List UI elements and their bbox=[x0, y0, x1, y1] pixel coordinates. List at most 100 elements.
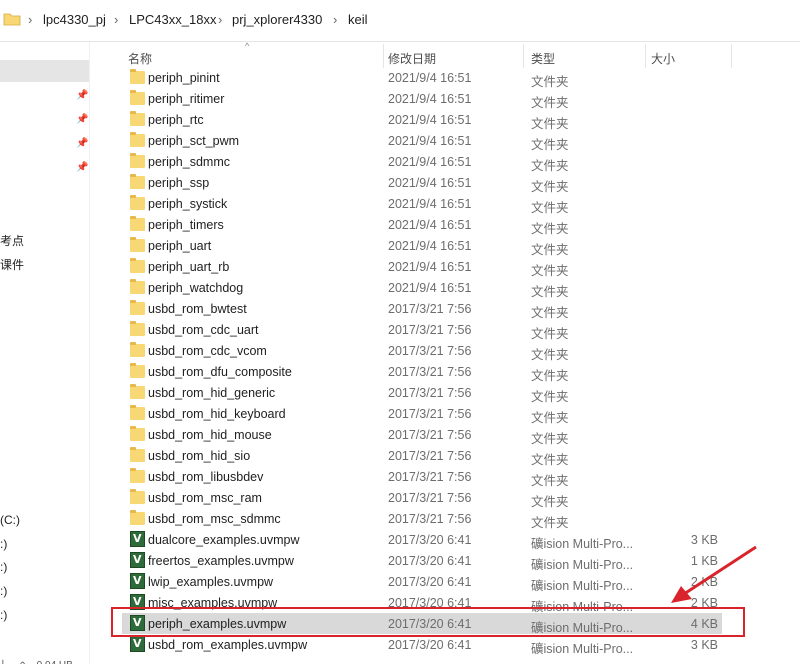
file-date: 2021/9/4 16:51 bbox=[388, 92, 472, 106]
table-row[interactable]: periph_pinint 2021/9/4 16:51 文件夹 bbox=[122, 67, 722, 89]
column-divider[interactable] bbox=[523, 44, 524, 68]
file-name: periph_uart_rb bbox=[148, 260, 230, 274]
folder-icon bbox=[130, 489, 145, 504]
file-name: freertos_examples.uvmpw bbox=[148, 554, 294, 568]
breadcrumb-item[interactable]: keil bbox=[348, 12, 368, 28]
table-row[interactable]: freertos_examples.uvmpw2017/3/20 6:41礦is… bbox=[122, 550, 722, 572]
table-row[interactable]: usbd_rom_cdc_vcom 2017/3/21 7:56 文件夹 bbox=[122, 340, 722, 362]
file-date: 2021/9/4 16:51 bbox=[388, 71, 472, 85]
column-type[interactable]: 类型 bbox=[531, 50, 555, 67]
table-row[interactable]: lwip_examples.uvmpw2017/3/20 6:41礦ision … bbox=[122, 571, 722, 593]
breadcrumb-separator[interactable]: › bbox=[333, 12, 337, 28]
folder-icon bbox=[130, 69, 145, 84]
breadcrumb-separator[interactable]: › bbox=[114, 12, 118, 28]
address-bar[interactable]: › lpc4330_pj › LPC43xx_18xx › prj_xplore… bbox=[0, 0, 800, 42]
folder-icon bbox=[130, 258, 145, 273]
file-date: 2017/3/21 7:56 bbox=[388, 365, 472, 379]
table-row[interactable]: usbd_rom_dfu_composite 2017/3/21 7:56 文件夹 bbox=[122, 361, 722, 383]
table-row[interactable]: usbd_rom_msc_ram 2017/3/21 7:56 文件夹 bbox=[122, 487, 722, 509]
pin-icon[interactable]: 📌 bbox=[76, 114, 88, 126]
uvision-icon bbox=[130, 573, 145, 589]
nav-item-drive[interactable]: (C:) bbox=[0, 513, 20, 527]
table-row[interactable]: periph_timers 2021/9/4 16:51 文件夹 bbox=[122, 214, 722, 236]
nav-item: し.. へ.. 0.04.HB bbox=[0, 656, 73, 664]
table-row[interactable]: usbd_rom_libusbdev 2017/3/21 7:56 文件夹 bbox=[122, 466, 722, 488]
file-name: periph_rtc bbox=[148, 113, 204, 127]
file-name: periph_watchdog bbox=[148, 281, 244, 295]
table-row[interactable]: periph_ritimer 2021/9/4 16:51 文件夹 bbox=[122, 88, 722, 110]
table-row[interactable]: usbd_rom_cdc_uart 2017/3/21 7:56 文件夹 bbox=[122, 319, 722, 341]
table-row[interactable]: usbd_rom_hid_generic 2017/3/21 7:56 文件夹 bbox=[122, 382, 722, 404]
nav-item-drive[interactable]: :) bbox=[0, 560, 7, 574]
file-date: 2017/3/20 6:41 bbox=[388, 575, 472, 589]
table-row[interactable]: periph_rtc 2021/9/4 16:51 文件夹 bbox=[122, 109, 722, 131]
nav-item-drive[interactable]: :) bbox=[0, 608, 7, 622]
column-name[interactable]: 名称 bbox=[128, 50, 152, 67]
file-name: usbd_rom_msc_sdmmc bbox=[148, 512, 281, 526]
folder-icon bbox=[130, 237, 145, 252]
folder-icon bbox=[130, 363, 145, 378]
table-row[interactable]: periph_uart_rb 2021/9/4 16:51 文件夹 bbox=[122, 256, 722, 278]
file-name: usbd_rom_cdc_vcom bbox=[148, 344, 267, 358]
file-date: 2021/9/4 16:51 bbox=[388, 197, 472, 211]
table-row[interactable]: usbd_rom_hid_mouse 2017/3/21 7:56 文件夹 bbox=[122, 424, 722, 446]
folder-icon bbox=[130, 174, 145, 189]
file-name: periph_ssp bbox=[148, 176, 210, 190]
table-row[interactable]: usbd_rom_examples.uvmpw 2017/3/20 6:41 礦is… bbox=[122, 634, 722, 656]
table-row[interactable]: usbd_rom_msc_sdmmc 2017/3/21 7:56 文件夹 bbox=[122, 508, 722, 530]
file-name: usbd_rom_hid_mouse bbox=[148, 428, 272, 442]
file-date: 2017/3/21 7:56 bbox=[388, 323, 472, 337]
folder-icon bbox=[130, 468, 145, 483]
nav-item[interactable]: 课件 bbox=[0, 256, 24, 273]
file-date: 2021/9/4 16:51 bbox=[388, 134, 472, 148]
folder-icon bbox=[130, 384, 145, 399]
column-divider[interactable] bbox=[731, 44, 732, 68]
file-name: periph_uart bbox=[148, 239, 212, 253]
file-size: 1 KB bbox=[690, 554, 718, 568]
folder-icon bbox=[130, 342, 145, 357]
column-size[interactable]: 大小 bbox=[651, 50, 675, 67]
file-date: 2017/3/21 7:56 bbox=[388, 449, 472, 463]
breadcrumb-separator[interactable]: › bbox=[218, 12, 222, 28]
table-row[interactable]: periph_sdmmc 2021/9/4 16:51 文件夹 bbox=[122, 151, 722, 173]
folder-icon bbox=[130, 447, 145, 462]
file-date: 2017/3/21 7:56 bbox=[388, 512, 472, 526]
table-row[interactable]: periph_uart 2021/9/4 16:51 文件夹 bbox=[122, 235, 722, 257]
pin-icon[interactable]: 📌 bbox=[76, 138, 88, 150]
table-row[interactable]: usbd_rom_bwtest 2017/3/21 7:56 文件夹 bbox=[122, 298, 722, 320]
file-date: 2017/3/21 7:56 bbox=[388, 470, 472, 484]
table-row[interactable]: periph_ssp 2021/9/4 16:51 文件夹 bbox=[122, 172, 722, 194]
pin-icon[interactable]: 📌 bbox=[76, 162, 88, 174]
breadcrumb-item[interactable]: lpc4330_pj bbox=[43, 12, 106, 28]
table-row[interactable]: dualcore_examples.uvmpw2017/3/20 6:41礦is… bbox=[122, 529, 722, 551]
table-row[interactable]: usbd_rom_hid_keyboard 2017/3/21 7:56 文件夹 bbox=[122, 403, 722, 425]
nav-item-drive[interactable]: :) bbox=[0, 537, 7, 551]
pin-icon[interactable]: 📌 bbox=[76, 90, 88, 102]
nav-item-drive[interactable]: :) bbox=[0, 584, 7, 598]
file-date: 2021/9/4 16:51 bbox=[388, 260, 472, 274]
column-divider[interactable] bbox=[383, 44, 384, 68]
table-row[interactable]: periph_watchdog 2021/9/4 16:51 文件夹 bbox=[122, 277, 722, 299]
folder-icon bbox=[130, 510, 145, 525]
folder-icon bbox=[130, 153, 145, 168]
folder-icon bbox=[130, 90, 145, 105]
uvision-icon bbox=[130, 636, 145, 652]
breadcrumb-item[interactable]: LPC43xx_18xx bbox=[129, 12, 216, 28]
file-name: periph_ritimer bbox=[148, 92, 225, 106]
breadcrumb-item[interactable]: prj_xplorer4330 bbox=[232, 12, 322, 28]
file-date: 2021/9/4 16:51 bbox=[388, 281, 472, 295]
table-row[interactable]: usbd_rom_hid_sio 2017/3/21 7:56 文件夹 bbox=[122, 445, 722, 467]
nav-item[interactable]: 考点 bbox=[0, 232, 24, 249]
table-row[interactable]: periph_sct_pwm 2021/9/4 16:51 文件夹 bbox=[122, 130, 722, 152]
table-row[interactable]: periph_systick 2021/9/4 16:51 文件夹 bbox=[122, 193, 722, 215]
file-size: 3 KB bbox=[690, 533, 718, 547]
nav-selected-item[interactable] bbox=[0, 60, 89, 82]
file-name: usbd_rom_hid_generic bbox=[148, 386, 276, 400]
column-date[interactable]: 修改日期 bbox=[388, 50, 436, 67]
navigation-pane[interactable]: 📌 📌 📌 📌 考点 课件 (C:) :) :) :) :) し.. へ.. 0… bbox=[0, 42, 90, 664]
breadcrumb-separator[interactable]: › bbox=[28, 12, 32, 28]
file-name: periph_systick bbox=[148, 197, 228, 211]
column-divider[interactable] bbox=[645, 44, 646, 68]
file-date: 2017/3/21 7:56 bbox=[388, 386, 472, 400]
file-type: 礦ision Multi-Pro... bbox=[531, 642, 634, 656]
